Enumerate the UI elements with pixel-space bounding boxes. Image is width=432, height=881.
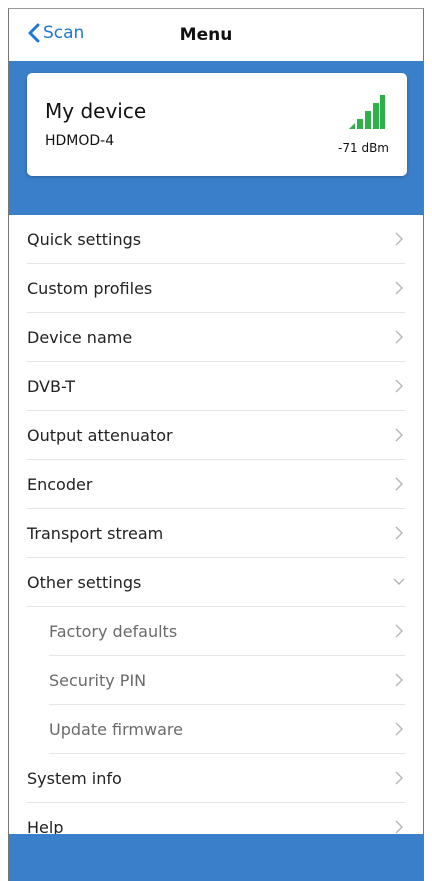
menu-item-label: Update firmware: [49, 720, 183, 739]
chevron-right-icon: [395, 428, 403, 442]
menu-item-other-settings[interactable]: Other settings: [9, 558, 423, 607]
chevron-right-icon: [395, 722, 403, 736]
rssi-value: -71 dBm: [338, 141, 389, 155]
chevron-right-icon: [395, 477, 403, 491]
app-frame: Scan Menu My device HDMOD-4 -71 dBm Quic…: [8, 8, 424, 881]
menu-item-label: Output attenuator: [27, 426, 173, 445]
menu-item-label: Other settings: [27, 573, 142, 592]
menu-item-dvb-t[interactable]: DVB-T: [9, 362, 423, 411]
menu-item-encoder[interactable]: Encoder: [9, 460, 423, 509]
chevron-right-icon: [395, 526, 403, 540]
menu-item-label: DVB-T: [27, 377, 76, 396]
menu-item-label: Custom profiles: [27, 279, 153, 298]
chevron-right-icon: [395, 330, 403, 344]
bottom-bar: [9, 834, 423, 881]
menu-item-update-firmware[interactable]: Update firmware: [9, 705, 423, 754]
menu-item-transport-stream[interactable]: Transport stream: [9, 509, 423, 558]
menu-item-factory-defaults[interactable]: Factory defaults: [9, 607, 423, 656]
chevron-right-icon: [395, 673, 403, 687]
top-nav-bar: Scan Menu: [9, 9, 423, 61]
chevron-right-icon: [395, 771, 403, 785]
chevron-right-icon: [395, 281, 403, 295]
device-model: HDMOD-4: [45, 133, 115, 149]
menu-item-label: Quick settings: [27, 230, 142, 249]
chevron-right-icon: [395, 232, 403, 246]
menu-item-quick-settings[interactable]: Quick settings: [9, 215, 423, 264]
menu-item-label: System info: [27, 769, 122, 788]
device-card[interactable]: My device HDMOD-4 -71 dBm: [27, 73, 407, 176]
menu-item-system-info[interactable]: System info: [9, 754, 423, 803]
menu-item-device-name[interactable]: Device name: [9, 313, 423, 362]
device-name: My device: [45, 99, 147, 123]
chevron-right-icon: [395, 379, 403, 393]
menu-item-label: Device name: [27, 328, 133, 347]
menu-item-output-attenuator[interactable]: Output attenuator: [9, 411, 423, 460]
menu-item-label: Factory defaults: [49, 622, 178, 641]
page-title: Menu: [179, 25, 233, 45]
signal-bars-icon: [349, 95, 385, 129]
settings-menu: Quick settings Custom profiles Device name…: [9, 215, 423, 852]
menu-item-label: Encoder: [27, 475, 93, 494]
chevron-down-icon: [393, 578, 405, 585]
chevron-right-icon: [395, 820, 403, 834]
menu-item-security-pin[interactable]: Security PIN: [9, 656, 423, 705]
menu-item-label: Security PIN: [49, 671, 147, 690]
menu-item-custom-profiles[interactable]: Custom profiles: [9, 264, 423, 313]
chevron-right-icon: [395, 624, 403, 638]
menu-item-label: Transport stream: [27, 524, 164, 543]
